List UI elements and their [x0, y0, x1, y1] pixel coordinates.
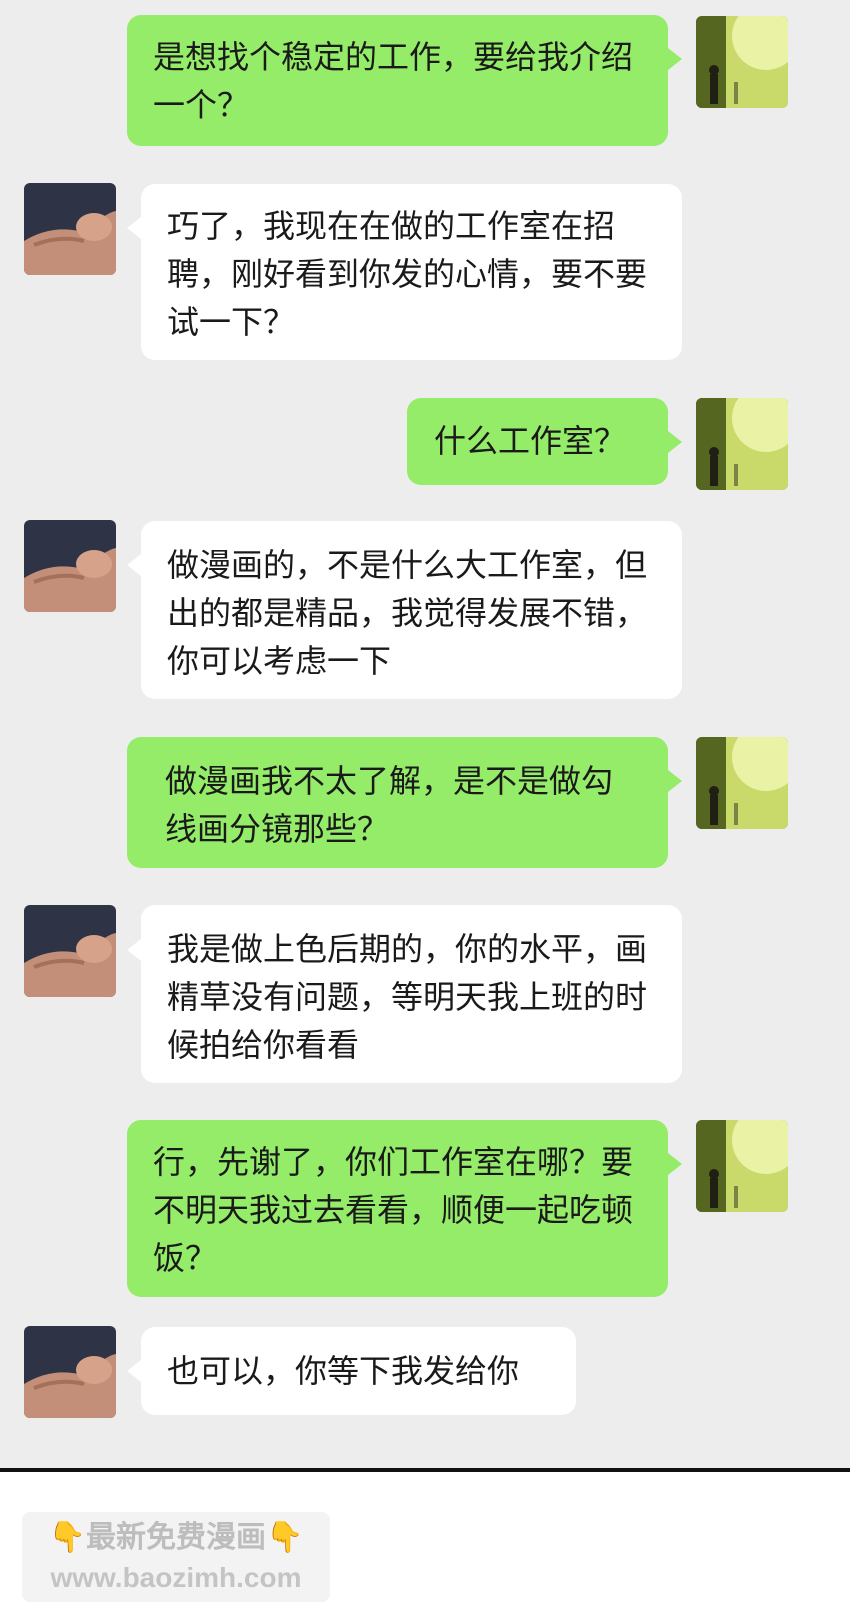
self-avatar-icon[interactable]: [696, 1120, 788, 1212]
message-text: 是想找个稳定的工作，要给我介绍一个？: [153, 38, 634, 124]
watermark-title: 最新免费漫画: [86, 1520, 266, 1555]
other-avatar-icon[interactable]: [24, 520, 116, 612]
bubble-tail: [127, 217, 141, 239]
message-bubble-sent[interactable]: 行，先谢了，你们工作室在哪？要不明天我过去看看，顺便一起吃顿饭？: [127, 1120, 668, 1297]
message-text: 我是做上色后期的，你的水平，画精草没有问题，等明天我上班的时候拍给你看看: [167, 930, 648, 1064]
bubble-tail: [668, 48, 682, 70]
pointing-down-icon: 👇: [48, 1520, 86, 1555]
message-bubble-received[interactable]: 巧了，我现在在做的工作室在招聘，刚好看到你发的心情，要不要试一下？: [141, 184, 682, 360]
watermark-title-line: 👇最新免费漫画👇: [22, 1516, 330, 1560]
message-bubble-sent[interactable]: 是想找个稳定的工作，要给我介绍一个？: [127, 15, 668, 146]
message-bubble-received[interactable]: 我是做上色后期的，你的水平，画精草没有问题，等明天我上班的时候拍给你看看: [141, 905, 682, 1083]
message-text: 行，先谢了，你们工作室在哪？要不明天我过去看看，顺便一起吃顿饭？: [153, 1143, 634, 1277]
message-bubble-sent[interactable]: 做漫画我不太了解，是不是做勾线画分镜那些？: [127, 737, 668, 868]
message-text: 巧了，我现在在做的工作室在招聘，刚好看到你发的心情，要不要试一下？: [167, 207, 648, 341]
other-avatar-icon[interactable]: [24, 183, 116, 275]
footer: 👇最新免费漫画👇 www.baozimh.com: [0, 1472, 850, 1621]
bubble-tail: [668, 431, 682, 453]
watermark-url: www.baozimh.com: [50, 1562, 302, 1593]
bubble-tail: [127, 1360, 141, 1382]
self-avatar-icon[interactable]: [696, 737, 788, 829]
pointing-down-icon: 👇: [266, 1520, 304, 1555]
message-bubble-sent[interactable]: 什么工作室？: [407, 398, 668, 485]
bubble-tail: [127, 554, 141, 576]
self-avatar-icon[interactable]: [696, 398, 788, 490]
bubble-tail: [127, 939, 141, 961]
message-text: 做漫画的，不是什么大工作室，但出的都是精品，我觉得发展不错，你可以考虑一下: [167, 546, 648, 680]
chat-area: 是想找个稳定的工作，要给我介绍一个？ 巧了，我现在在做的工作室在招聘，刚好看到你…: [0, 0, 850, 1468]
message-bubble-received[interactable]: 也可以，你等下我发给你: [141, 1327, 576, 1415]
other-avatar-icon[interactable]: [24, 1326, 116, 1418]
bubble-tail: [668, 770, 682, 792]
watermark[interactable]: 👇最新免费漫画👇 www.baozimh.com: [22, 1512, 330, 1602]
message-text: 也可以，你等下我发给你: [167, 1352, 520, 1390]
self-avatar-icon[interactable]: [696, 16, 788, 108]
other-avatar-icon[interactable]: [24, 905, 116, 997]
message-bubble-received[interactable]: 做漫画的，不是什么大工作室，但出的都是精品，我觉得发展不错，你可以考虑一下: [141, 521, 682, 699]
message-text: 做漫画我不太了解，是不是做勾线画分镜那些？: [165, 762, 614, 848]
message-text: 什么工作室？: [434, 422, 627, 460]
bubble-tail: [668, 1153, 682, 1175]
